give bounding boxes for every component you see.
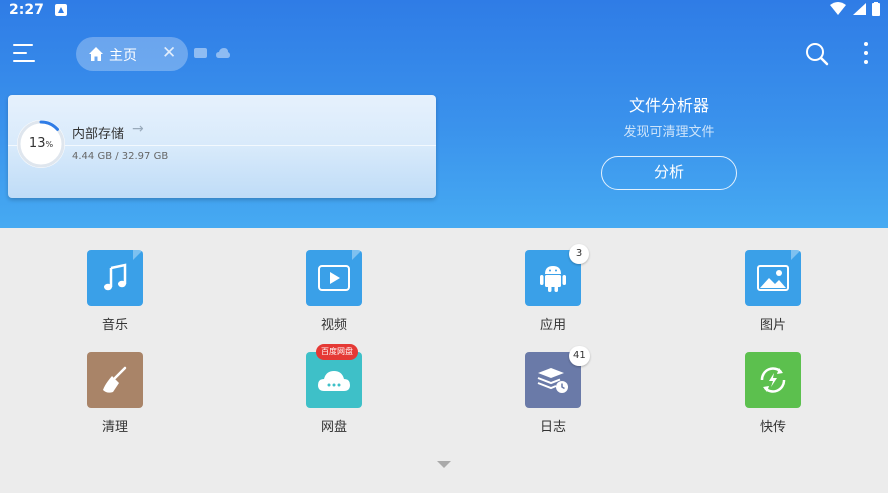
grid-item-transfer-label: 快传	[759, 420, 786, 435]
grid-item-pictures[interactable]: 图片	[713, 250, 833, 340]
grid-item-video-label: 视频	[320, 318, 347, 333]
broom-icon	[87, 352, 143, 408]
search-icon[interactable]	[805, 42, 829, 66]
grid-item-netdisk[interactable]: 百度网盘 网盘	[274, 344, 394, 442]
transfer-icon	[745, 352, 801, 408]
status-bar: 2:27	[0, 0, 888, 22]
status-time: 2:27	[9, 2, 44, 18]
grid-item-netdisk-label: 网盘	[320, 420, 347, 435]
wifi-icon	[830, 2, 846, 15]
close-icon[interactable]: ✕	[162, 43, 176, 63]
menu-icon[interactable]	[13, 44, 37, 64]
storage-title: 内部存储	[72, 127, 125, 142]
analyze-button[interactable]: 分析	[601, 156, 737, 190]
storage-percent: 13%	[28, 136, 54, 151]
grid-item-cleaner-label: 清理	[101, 420, 128, 435]
grid-item-logs-label: 日志	[539, 420, 566, 435]
expand-caret-icon[interactable]	[437, 461, 451, 468]
tab-window-icon[interactable]	[194, 48, 207, 58]
video-icon	[306, 250, 362, 306]
signal-icon	[853, 3, 866, 15]
apps-badge: 3	[569, 244, 589, 264]
arrow-right-icon: →	[132, 121, 144, 137]
status-icons	[830, 2, 880, 16]
cloud-icon[interactable]	[216, 47, 230, 59]
header: 2:27 主页 ✕ 13% 内部存储 → 4.44 GB / 32.97 GB …	[0, 0, 888, 228]
notification-icon	[55, 4, 67, 16]
battery-icon	[872, 2, 880, 16]
storage-size: 4.44 GB / 32.97 GB	[72, 151, 169, 162]
picture-icon	[745, 250, 801, 306]
music-icon	[87, 250, 143, 306]
more-options-icon[interactable]	[860, 42, 872, 68]
grid-item-video[interactable]: 视频	[274, 250, 394, 340]
internal-storage-card[interactable]: 13% 内部存储 → 4.44 GB / 32.97 GB	[8, 95, 436, 198]
grid-item-apps[interactable]: 3 应用	[493, 244, 613, 340]
tab-home[interactable]: 主页 ✕	[76, 37, 188, 71]
grid-item-transfer[interactable]: 快传	[713, 352, 833, 442]
home-icon	[89, 47, 103, 61]
grid-item-music[interactable]: 音乐	[55, 250, 175, 340]
grid-item-music-label: 音乐	[101, 318, 128, 333]
card-divider	[8, 145, 436, 146]
cloud-icon	[306, 352, 362, 408]
analyzer-subtitle: 发现可清理文件	[623, 125, 715, 140]
analyzer-title: 文件分析器	[628, 96, 709, 115]
grid-item-apps-label: 应用	[539, 318, 566, 333]
grid-item-pictures-label: 图片	[759, 318, 786, 333]
grid-item-cleaner[interactable]: 清理	[55, 352, 175, 442]
netdisk-tag: 百度网盘	[316, 344, 358, 360]
grid-item-logs[interactable]: 41 日志	[493, 346, 613, 442]
logs-badge: 41	[569, 346, 590, 366]
tab-home-label: 主页	[109, 48, 137, 64]
